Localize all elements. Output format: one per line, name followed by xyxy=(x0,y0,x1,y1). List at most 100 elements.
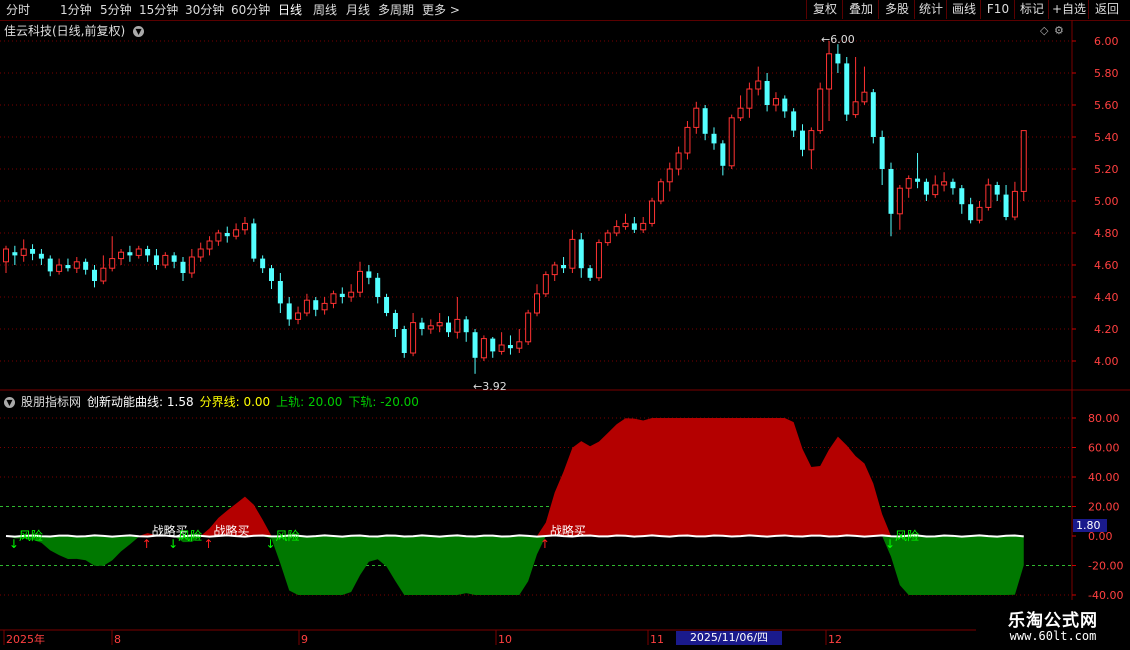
candle-body-down xyxy=(38,253,44,259)
candle-body-up xyxy=(666,168,673,183)
candle-body-up xyxy=(728,117,735,167)
candle-body-down xyxy=(384,297,390,313)
buy-signal-label: 战略买 xyxy=(550,523,586,538)
candle-body-up xyxy=(534,293,540,314)
candle-body-down xyxy=(835,53,841,64)
risk-arrow-icon: ↓ xyxy=(168,537,178,551)
candle-body-up xyxy=(197,248,204,258)
date-tick-label: 10 xyxy=(498,633,512,646)
candle-body-up xyxy=(985,184,992,208)
risk-arrow-icon: ↓ xyxy=(885,537,895,551)
candle-body-down xyxy=(711,133,717,144)
risk-signal-label: 风险 xyxy=(178,528,202,543)
price-tick-label: 6.00 xyxy=(1094,35,1119,48)
risk-signal-label: 风险 xyxy=(19,528,43,543)
candle-body-up xyxy=(162,254,169,266)
candle-body-up xyxy=(410,322,417,354)
candle-body-up xyxy=(56,264,63,272)
candle-body-up xyxy=(303,299,310,314)
candle-body-down xyxy=(145,249,151,256)
candle-body-down xyxy=(463,319,469,333)
indicator-tick-label: 80.00 xyxy=(1088,412,1120,425)
candle-body-up xyxy=(861,91,868,103)
candle-body-up xyxy=(3,248,9,263)
candle-body-up xyxy=(330,293,337,304)
cursor-date-label: 2025/11/06/四 xyxy=(676,631,782,645)
candle-body-up xyxy=(73,261,80,269)
candle-body-down xyxy=(375,277,381,297)
candle-body-up xyxy=(436,322,443,327)
candle-body-down xyxy=(313,300,319,310)
candle-body-down xyxy=(507,345,513,349)
candle-body-down xyxy=(92,269,97,281)
candle-body-up xyxy=(206,240,213,250)
boundary-label: 分界线: 0.00 xyxy=(199,395,271,409)
candle-body-down xyxy=(65,265,71,269)
momentum-positive-area xyxy=(6,418,1024,536)
candle-body-down xyxy=(366,271,372,278)
candle-body-down xyxy=(578,239,584,269)
candle-body-down xyxy=(950,181,956,189)
candle-body-up xyxy=(480,338,487,359)
price-tick-label: 4.60 xyxy=(1094,259,1119,272)
candle-body-up xyxy=(693,107,700,128)
candle-body-up xyxy=(649,200,656,224)
candle-body-down xyxy=(879,137,885,169)
price-tick-label: 5.40 xyxy=(1094,131,1119,144)
candle-body-up xyxy=(622,222,629,228)
price-tick-label: 4.00 xyxy=(1094,355,1119,368)
candle-body-down xyxy=(339,293,345,297)
candle-body-down xyxy=(561,265,567,269)
date-tick-label: 12 xyxy=(828,633,842,646)
watermark-url: www.60lt.com xyxy=(1009,629,1097,643)
candle-body-up xyxy=(525,312,532,343)
candle-body-down xyxy=(888,169,894,214)
candle-body-up xyxy=(684,126,691,154)
candle-body-down xyxy=(446,322,451,333)
candle-body-down xyxy=(800,130,805,150)
candle-body-up xyxy=(675,152,682,170)
low-price-label: ←3.92 xyxy=(473,380,507,393)
candle-body-down xyxy=(277,281,283,304)
buy-arrow-icon: ↑ xyxy=(142,537,152,551)
candle-body-down xyxy=(30,249,36,254)
candle-body-down xyxy=(171,255,177,262)
price-tick-label: 4.40 xyxy=(1094,291,1119,304)
candle-body-down xyxy=(587,268,593,278)
candle-body-up xyxy=(613,226,620,234)
candle-body-up xyxy=(808,130,815,151)
candle-body-up xyxy=(357,270,363,293)
candle-body-up xyxy=(896,187,903,215)
candle-body-down xyxy=(631,223,637,230)
kline-chart[interactable]: 6.00 5.80 5.60 5.40 5.20 5.00 4.80 4.60 4.40 4.20… xyxy=(0,0,1130,650)
candle-body-up xyxy=(233,229,240,237)
candle-body-down xyxy=(702,108,708,134)
candle-body-down xyxy=(968,204,974,221)
candle-body-up xyxy=(516,341,523,349)
candle-body-up xyxy=(188,256,195,274)
watermark: 乐淘公式网 www.60lt.com xyxy=(976,600,1130,650)
candle-body-up xyxy=(640,222,647,231)
indicator-header: ▼ 股朋指标网 创新动能曲线: 1.58 分界线: 0.00 上轨: 20.00 下轨: … xyxy=(4,393,425,410)
candle-body-down xyxy=(180,261,186,273)
high-price-label: ←6.00 xyxy=(821,33,855,46)
candle-body-down xyxy=(1003,194,1009,217)
curve-value-label: 创新动能曲线: 1.58 xyxy=(87,395,194,409)
candle-body-down xyxy=(392,313,398,329)
candle-body-up xyxy=(135,248,142,256)
candle-body-down xyxy=(782,98,788,112)
indicator-tick-label: 40.00 xyxy=(1088,471,1120,484)
candle-body-down xyxy=(401,329,407,353)
candle-body-up xyxy=(1020,130,1027,192)
candle-body-up xyxy=(100,267,107,282)
candle-body-down xyxy=(47,258,53,272)
candle-body-down xyxy=(251,223,257,259)
candle-body-up xyxy=(755,80,762,90)
candle-body-down xyxy=(419,322,425,329)
candle-body-up xyxy=(109,258,116,269)
candle-body-down xyxy=(764,81,770,105)
candle-body-up xyxy=(569,238,576,269)
candle-body-up xyxy=(542,274,549,295)
candle-body-down xyxy=(260,258,266,269)
chevron-down-icon[interactable]: ▼ xyxy=(4,397,15,408)
